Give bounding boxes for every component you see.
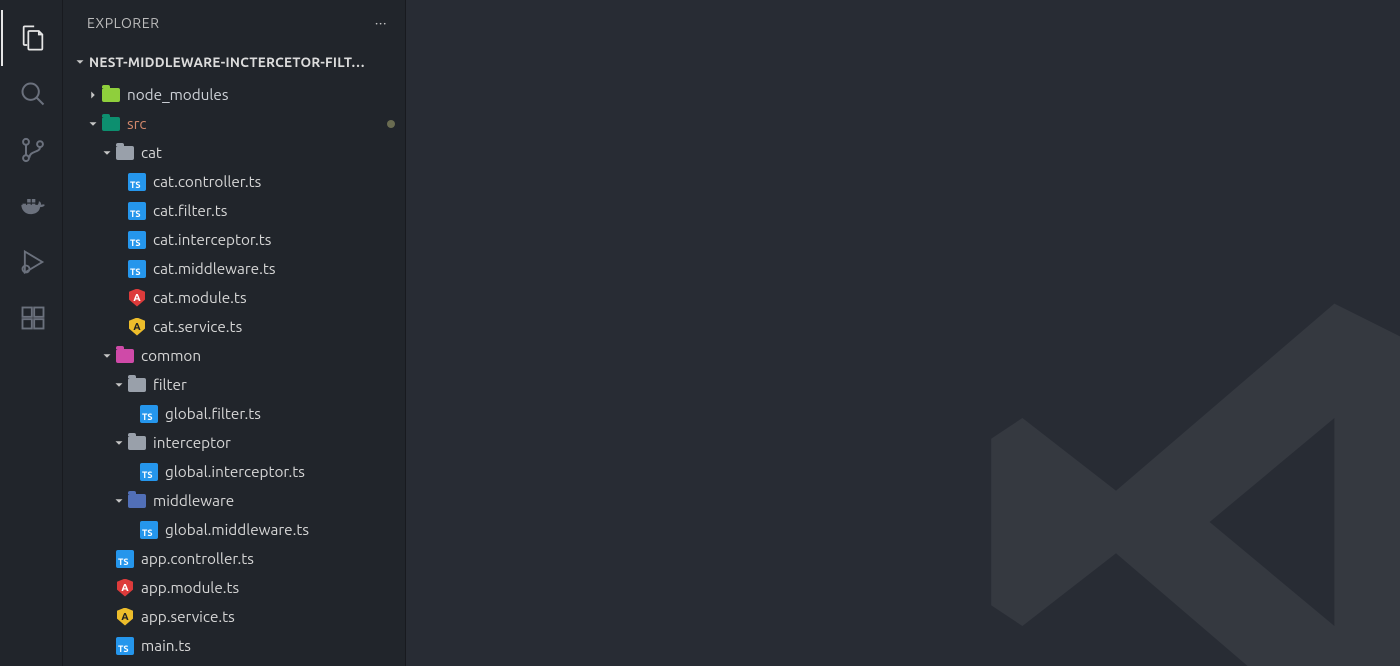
tree-label: app.module.ts — [141, 579, 239, 596]
tree-folder-node-modules[interactable]: node_modules — [63, 80, 405, 109]
folder-icon — [101, 85, 121, 105]
tree-label: interceptor — [153, 434, 231, 451]
tree-folder-cat[interactable]: cat — [63, 138, 405, 167]
tree-folder-middleware[interactable]: middleware — [63, 486, 405, 515]
tree-label: cat.interceptor.ts — [153, 231, 271, 248]
tree-file-main[interactable]: TS main.ts — [63, 631, 405, 660]
folder-icon — [127, 433, 147, 453]
chevron-right-icon — [85, 88, 101, 102]
tree-file-cat-service[interactable]: A cat.service.ts — [63, 312, 405, 341]
ts-file-icon: TS — [115, 549, 135, 569]
docker-icon — [19, 192, 47, 220]
tree-folder-src[interactable]: src — [63, 109, 405, 138]
tree-label: middleware — [153, 492, 234, 509]
tree-file-app-service[interactable]: A app.service.ts — [63, 602, 405, 631]
tree-label: global.middleware.ts — [165, 521, 309, 538]
tree-label: global.filter.ts — [165, 405, 261, 422]
chevron-down-icon — [99, 146, 115, 160]
folder-icon — [101, 114, 121, 134]
angular-module-icon: A — [115, 578, 135, 598]
tree-file-cat-filter[interactable]: TS cat.filter.ts — [63, 196, 405, 225]
activity-explorer[interactable] — [1, 10, 63, 66]
ts-file-icon: TS — [127, 259, 147, 279]
tree-label: main.ts — [141, 637, 191, 654]
tree-label: src — [127, 115, 147, 132]
tree-file-cat-controller[interactable]: TS cat.controller.ts — [63, 167, 405, 196]
chevron-down-icon — [71, 55, 89, 69]
vscode-watermark-icon — [960, 262, 1400, 666]
tree-label: cat.middleware.ts — [153, 260, 276, 277]
folder-icon — [127, 375, 147, 395]
activity-extensions[interactable] — [1, 290, 63, 346]
ts-file-icon: TS — [139, 520, 159, 540]
tree-label: cat.module.ts — [153, 289, 247, 306]
folder-icon — [115, 346, 135, 366]
chevron-down-icon — [85, 117, 101, 131]
tree-label: cat — [141, 144, 162, 161]
folder-icon — [127, 491, 147, 511]
activity-run-debug[interactable] — [1, 234, 63, 290]
editor-area — [406, 0, 1400, 666]
tree-label: node_modules — [127, 86, 229, 103]
search-icon — [19, 80, 47, 108]
play-bug-icon — [19, 248, 47, 276]
folder-icon — [115, 143, 135, 163]
project-name: NEST-MIDDLEWARE-INCTERCETOR-FILT… — [89, 54, 365, 70]
tree-label: common — [141, 347, 201, 364]
ts-file-icon: TS — [139, 462, 159, 482]
tree-folder-filter[interactable]: filter — [63, 370, 405, 399]
project-header[interactable]: NEST-MIDDLEWARE-INCTERCETOR-FILT… — [63, 46, 405, 78]
explorer-sidebar: EXPLORER ··· NEST-MIDDLEWARE-INCTERCETOR… — [63, 0, 405, 666]
extensions-icon — [19, 304, 47, 332]
ts-file-icon: TS — [127, 172, 147, 192]
tree-file-app-controller[interactable]: TS app.controller.ts — [63, 544, 405, 573]
more-icon[interactable]: ··· — [375, 15, 387, 31]
explorer-title: EXPLORER — [87, 15, 160, 31]
angular-module-icon: A — [127, 288, 147, 308]
activity-source-control[interactable] — [1, 122, 63, 178]
files-icon — [19, 24, 47, 52]
explorer-title-row: EXPLORER ··· — [63, 0, 405, 46]
modified-indicator-icon — [387, 120, 395, 128]
ts-file-icon: TS — [127, 230, 147, 250]
chevron-down-icon — [111, 436, 127, 450]
activity-docker[interactable] — [1, 178, 63, 234]
tree-label: cat.filter.ts — [153, 202, 227, 219]
ts-file-icon: TS — [115, 636, 135, 656]
tree-folder-interceptor[interactable]: interceptor — [63, 428, 405, 457]
ts-file-icon: TS — [127, 201, 147, 221]
tree-file-global-interceptor[interactable]: TS global.interceptor.ts — [63, 457, 405, 486]
file-tree: node_modules src cat TS cat.controller.t… — [63, 78, 405, 660]
angular-service-icon: A — [115, 607, 135, 627]
tree-label: app.controller.ts — [141, 550, 254, 567]
tree-label: global.interceptor.ts — [165, 463, 305, 480]
chevron-down-icon — [111, 494, 127, 508]
chevron-down-icon — [111, 378, 127, 392]
activity-bar — [0, 0, 62, 666]
tree-file-app-module[interactable]: A app.module.ts — [63, 573, 405, 602]
tree-label: app.service.ts — [141, 608, 235, 625]
ts-file-icon: TS — [139, 404, 159, 424]
activity-search[interactable] — [1, 66, 63, 122]
tree-label: cat.service.ts — [153, 318, 242, 335]
angular-service-icon: A — [127, 317, 147, 337]
tree-file-cat-middleware[interactable]: TS cat.middleware.ts — [63, 254, 405, 283]
tree-file-cat-interceptor[interactable]: TS cat.interceptor.ts — [63, 225, 405, 254]
tree-label: filter — [153, 376, 187, 393]
tree-file-cat-module[interactable]: A cat.module.ts — [63, 283, 405, 312]
tree-file-global-middleware[interactable]: TS global.middleware.ts — [63, 515, 405, 544]
tree-label: cat.controller.ts — [153, 173, 261, 190]
chevron-down-icon — [99, 349, 115, 363]
git-branch-icon — [19, 136, 47, 164]
tree-file-global-filter[interactable]: TS global.filter.ts — [63, 399, 405, 428]
tree-folder-common[interactable]: common — [63, 341, 405, 370]
app-root: EXPLORER ··· NEST-MIDDLEWARE-INCTERCETOR… — [0, 0, 1400, 666]
